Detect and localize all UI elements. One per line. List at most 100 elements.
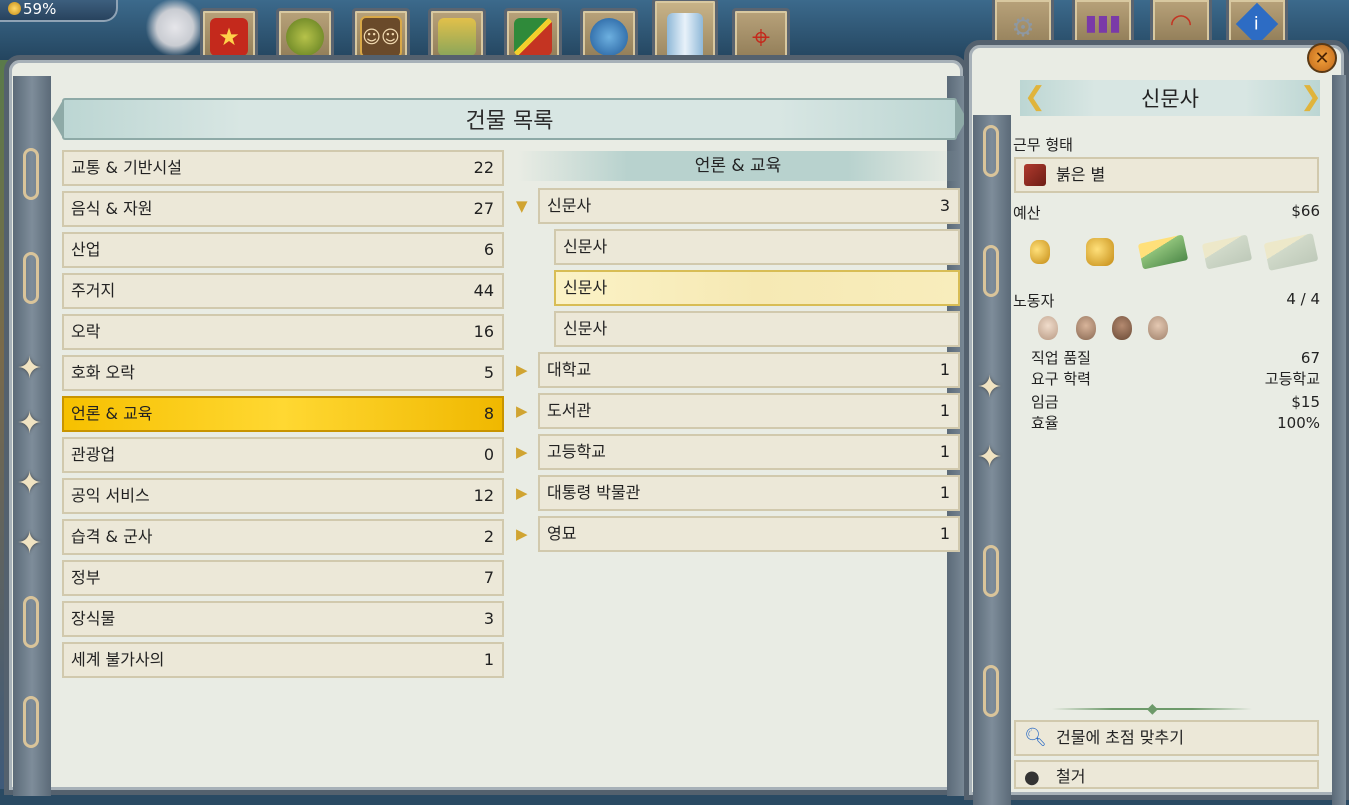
focus-building-button[interactable]: 🔍︎ 건물에 초점 맞추기 [1014,720,1319,756]
cash-stack-icon [1201,234,1253,270]
expand-arrow-icon[interactable]: ▶ [516,485,532,501]
building-count: 1 [939,524,950,543]
building-group-row[interactable]: ▶ 고등학교 1 [514,434,960,470]
budget-level-2[interactable] [1086,232,1114,272]
rail-ring [983,545,999,597]
category-label: 정부 [71,568,101,587]
category-row[interactable]: 공익 서비스 12 [62,478,504,514]
worker-icon[interactable] [1076,316,1096,340]
coins-medium-icon [1086,238,1114,266]
stat-value: 고등학교 [1264,370,1320,388]
prev-building-icon[interactable]: ❮ [1024,82,1046,112]
building-instance-row[interactable]: 신문사 [514,229,960,265]
expand-arrow-icon[interactable]: ▶ [516,403,532,419]
category-count: 44 [473,281,494,300]
building-group-row[interactable]: ▶ 대학교 1 [514,352,960,388]
building-label: 신문사 [563,278,608,297]
category-count: 7 [483,568,494,587]
building-instance-row[interactable]: 신문사 [514,311,960,347]
work-mode-value: 붉은 별 [1056,165,1106,184]
building-label: 신문사 [563,319,608,338]
work-mode-selector[interactable]: 붉은 별 [1014,157,1319,193]
worker-icon[interactable] [1148,316,1168,340]
budget-level-3[interactable] [1137,232,1189,272]
category-row[interactable]: 정부 7 [62,560,504,596]
cash-stack-icon [1137,234,1189,270]
rail-star: ✦ [17,526,43,561]
stat-value: 67 [1300,349,1320,367]
building-label: 신문사 [547,196,592,215]
budget-level-5[interactable] [1263,232,1319,272]
building-label: 대학교 [547,360,592,379]
bomb-icon: ● [1024,767,1040,788]
detail-title-bar: ❮ 신문사 ❯ [1020,80,1322,116]
rail-star: ✦ [17,406,43,441]
category-row[interactable]: 장식물 3 [62,601,504,637]
building-group-row[interactable]: ▶ 대통령 박물관 1 [514,475,960,511]
rail-star: ✦ [977,440,1003,475]
worker-icon[interactable] [1112,316,1132,340]
building-count: 1 [939,401,950,420]
category-row[interactable]: 관광업 0 [62,437,504,473]
detail-left-rail: ✦ ✦ [973,115,1011,805]
category-row[interactable]: 습격 & 군사 2 [62,519,504,555]
next-building-icon[interactable]: ❯ [1300,82,1322,112]
gears-icon: ⚙ [1011,12,1035,43]
building-label: 고등학교 [547,442,606,461]
flag-icon [514,18,552,56]
target-icon: ⌖ [751,17,771,56]
category-count: 5 [483,363,494,382]
category-label: 습격 & 군사 [71,527,153,546]
coins-small-icon [1030,240,1050,264]
category-label: 교통 & 기반시설 [71,158,182,177]
building-count: 1 [939,360,950,379]
budget-level-4[interactable] [1201,232,1253,272]
detail-right-rail [1332,75,1346,805]
category-row[interactable]: 교통 & 기반시설 22 [62,150,504,186]
building-label: 신문사 [563,237,608,256]
stat-value: 100% [1277,414,1320,432]
building-group-row[interactable]: ▼ 신문사 3 [514,188,960,224]
category-count: 22 [473,158,494,177]
stat-label: 요구 학력 [1031,370,1091,388]
work-mode-label: 근무 형태 [1013,136,1073,154]
category-label: 주거지 [71,281,116,300]
building-group-row[interactable]: ▶ 영묘 1 [514,516,960,552]
focus-button-label: 건물에 초점 맞추기 [1056,728,1184,747]
stat-label: 효율 [1031,414,1059,432]
portrait-icon: ☺☺ [360,16,402,58]
building-instance-row-selected[interactable]: 신문사 [514,270,960,306]
close-button[interactable]: ✕ [1307,43,1337,73]
expand-arrow-icon[interactable]: ▶ [516,526,532,542]
workers-label: 노동자 [1013,292,1055,310]
budget-label: 예산 [1013,204,1041,222]
building-count: 3 [939,196,950,215]
approval-indicator[interactable]: 59% [0,0,118,22]
building-group-row[interactable]: ▶ 도서관 1 [514,393,960,429]
category-row[interactable]: 오락 16 [62,314,504,350]
budget-level-1[interactable] [1030,232,1050,272]
rail-ring [983,125,999,177]
category-count: 8 [483,404,494,423]
rail-ring [23,596,39,648]
category-row[interactable]: 주거지 44 [62,273,504,309]
category-count: 16 [473,322,494,341]
category-count: 12 [473,486,494,505]
category-count: 27 [473,199,494,218]
category-row[interactable]: 산업 6 [62,232,504,268]
category-row[interactable]: 세계 불가사의 1 [62,642,504,678]
collapse-arrow-icon[interactable]: ▼ [516,198,532,214]
worker-icon[interactable] [1038,316,1058,340]
expand-arrow-icon[interactable]: ▶ [516,362,532,378]
category-label: 음식 & 자원 [71,199,153,218]
category-row-selected[interactable]: 언론 & 교육 8 [62,396,504,432]
demolish-button[interactable]: ● 철거 [1014,760,1319,789]
category-count: 0 [483,445,494,464]
expand-arrow-icon[interactable]: ▶ [516,444,532,460]
stat-label: 임금 [1031,393,1059,411]
stat-value: $15 [1291,393,1320,411]
red-star-icon: ★ [210,18,248,56]
category-row[interactable]: 음식 & 자원 27 [62,191,504,227]
rail-star: ✦ [977,370,1003,405]
category-row[interactable]: 호화 오락 5 [62,355,504,391]
